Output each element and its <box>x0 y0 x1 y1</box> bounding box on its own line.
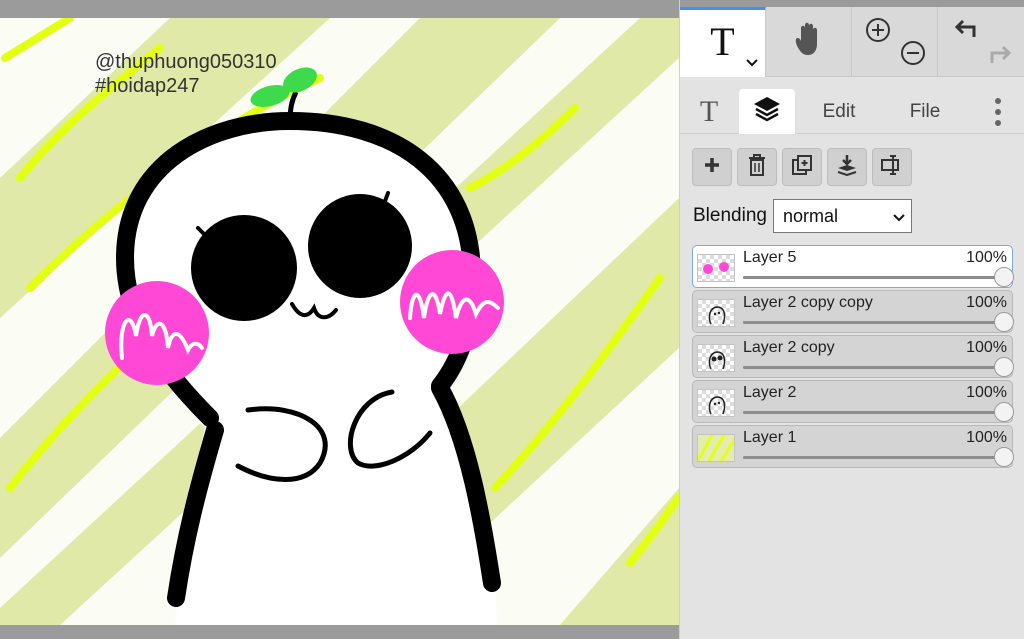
layer-thumbnail <box>697 434 735 462</box>
layer-thumbnail <box>697 254 735 282</box>
redo-icon[interactable] <box>986 39 1014 72</box>
left-eye <box>191 215 297 321</box>
opacity-slider-handle[interactable] <box>994 267 1014 287</box>
layers-icon <box>752 95 782 129</box>
side-panel: T T Edit File Blending normal Layer 5 10… <box>679 0 1024 639</box>
duplicate-icon <box>791 154 813 181</box>
tab-layers[interactable] <box>739 89 795 134</box>
layer-thumbnail <box>697 344 735 372</box>
layer-name: Layer 2 <box>743 384 797 401</box>
opacity-slider-fill <box>743 366 1004 369</box>
resize-icon <box>880 154 904 181</box>
duplicate-layer-button[interactable] <box>782 148 822 186</box>
tab-edit[interactable]: Edit <box>806 89 872 134</box>
text-tool-icon: T <box>710 19 735 64</box>
text-tool-button[interactable]: T <box>680 7 766 77</box>
blending-select[interactable]: normal <box>772 199 912 233</box>
layer-name: Layer 2 copy copy <box>743 294 873 311</box>
tab-file[interactable]: File <box>892 89 958 134</box>
tab-text[interactable]: T <box>686 89 732 134</box>
opacity-slider-fill <box>743 411 1004 414</box>
opacity-slider[interactable] <box>743 312 1014 332</box>
panel-tabs: T Edit File <box>680 84 1024 134</box>
opacity-slider-handle[interactable] <box>994 357 1014 377</box>
opacity-slider-handle[interactable] <box>994 447 1014 467</box>
merge-down-button[interactable] <box>827 148 867 186</box>
layer-row[interactable]: Layer 1 100% <box>692 425 1014 468</box>
layer-row[interactable]: Layer 2 100% <box>692 380 1014 423</box>
opacity-slider[interactable] <box>743 447 1014 467</box>
delete-layer-button[interactable] <box>737 148 777 186</box>
layer-row[interactable]: Layer 5 100% <box>692 245 1014 288</box>
layer-thumbnail <box>697 299 735 327</box>
opacity-slider-fill <box>743 321 1004 324</box>
panel-top-strip <box>680 0 1024 7</box>
zoom-out-icon[interactable] <box>900 40 926 71</box>
opacity-slider-handle[interactable] <box>994 312 1014 332</box>
layer-opacity: 100% <box>966 429 1007 446</box>
layer-name: Layer 1 <box>743 429 797 446</box>
add-icon <box>703 156 721 179</box>
main-toolbar: T <box>680 7 1024 77</box>
layer-name: Layer 5 <box>743 249 797 266</box>
layer-opacity: 100% <box>966 294 1007 311</box>
resize-layer-button[interactable] <box>872 148 912 186</box>
layer-row[interactable]: Layer 2 copy copy 100% <box>692 290 1014 333</box>
opacity-slider-fill <box>743 456 1004 459</box>
blending-label: Blending <box>693 205 767 226</box>
blending-row: Blending normal <box>693 198 912 234</box>
opacity-slider[interactable] <box>743 402 1014 422</box>
trash-icon <box>747 153 767 181</box>
zoom-tools <box>852 7 938 77</box>
opacity-slider-handle[interactable] <box>994 402 1014 422</box>
canvas-area[interactable]: @thuphuong050310 #hoidap247 <box>0 0 679 639</box>
drawing-canvas[interactable]: @thuphuong050310 #hoidap247 <box>0 18 679 625</box>
opacity-slider[interactable] <box>743 267 1014 287</box>
layer-opacity: 100% <box>966 384 1007 401</box>
watermark-user: @thuphuong050310 <box>95 51 277 73</box>
undo-icon[interactable] <box>952 15 980 48</box>
more-vertical-icon[interactable] <box>980 89 1016 134</box>
blush-right <box>400 250 504 354</box>
hand-icon <box>792 22 826 63</box>
right-eye <box>308 194 412 298</box>
opacity-slider[interactable] <box>743 357 1014 377</box>
blush-left <box>105 281 209 385</box>
watermark-tag: #hoidap247 <box>95 75 200 97</box>
layer-opacity: 100% <box>966 249 1007 266</box>
layer-row[interactable]: Layer 2 copy 100% <box>692 335 1014 378</box>
blending-value: normal <box>782 205 838 226</box>
layer-thumbnail <box>697 389 735 417</box>
layer-opacity: 100% <box>966 339 1007 356</box>
history-tools <box>938 7 1024 77</box>
chevron-down-icon <box>893 206 905 227</box>
chevron-down-icon[interactable] <box>746 54 758 70</box>
zoom-in-icon[interactable] <box>865 17 891 48</box>
layer-list: Layer 5 100% Layer 2 copy copy 100% Layer 2 … <box>692 245 1014 470</box>
merge-down-icon <box>836 154 858 181</box>
photo-editor-app: @thuphuong050310 #hoidap247 T T Edit Fil… <box>0 0 1024 639</box>
add-layer-button[interactable] <box>692 148 732 186</box>
layer-name: Layer 2 copy <box>743 339 835 356</box>
hand-tool-button[interactable] <box>766 7 852 77</box>
opacity-slider-fill <box>743 276 1004 279</box>
